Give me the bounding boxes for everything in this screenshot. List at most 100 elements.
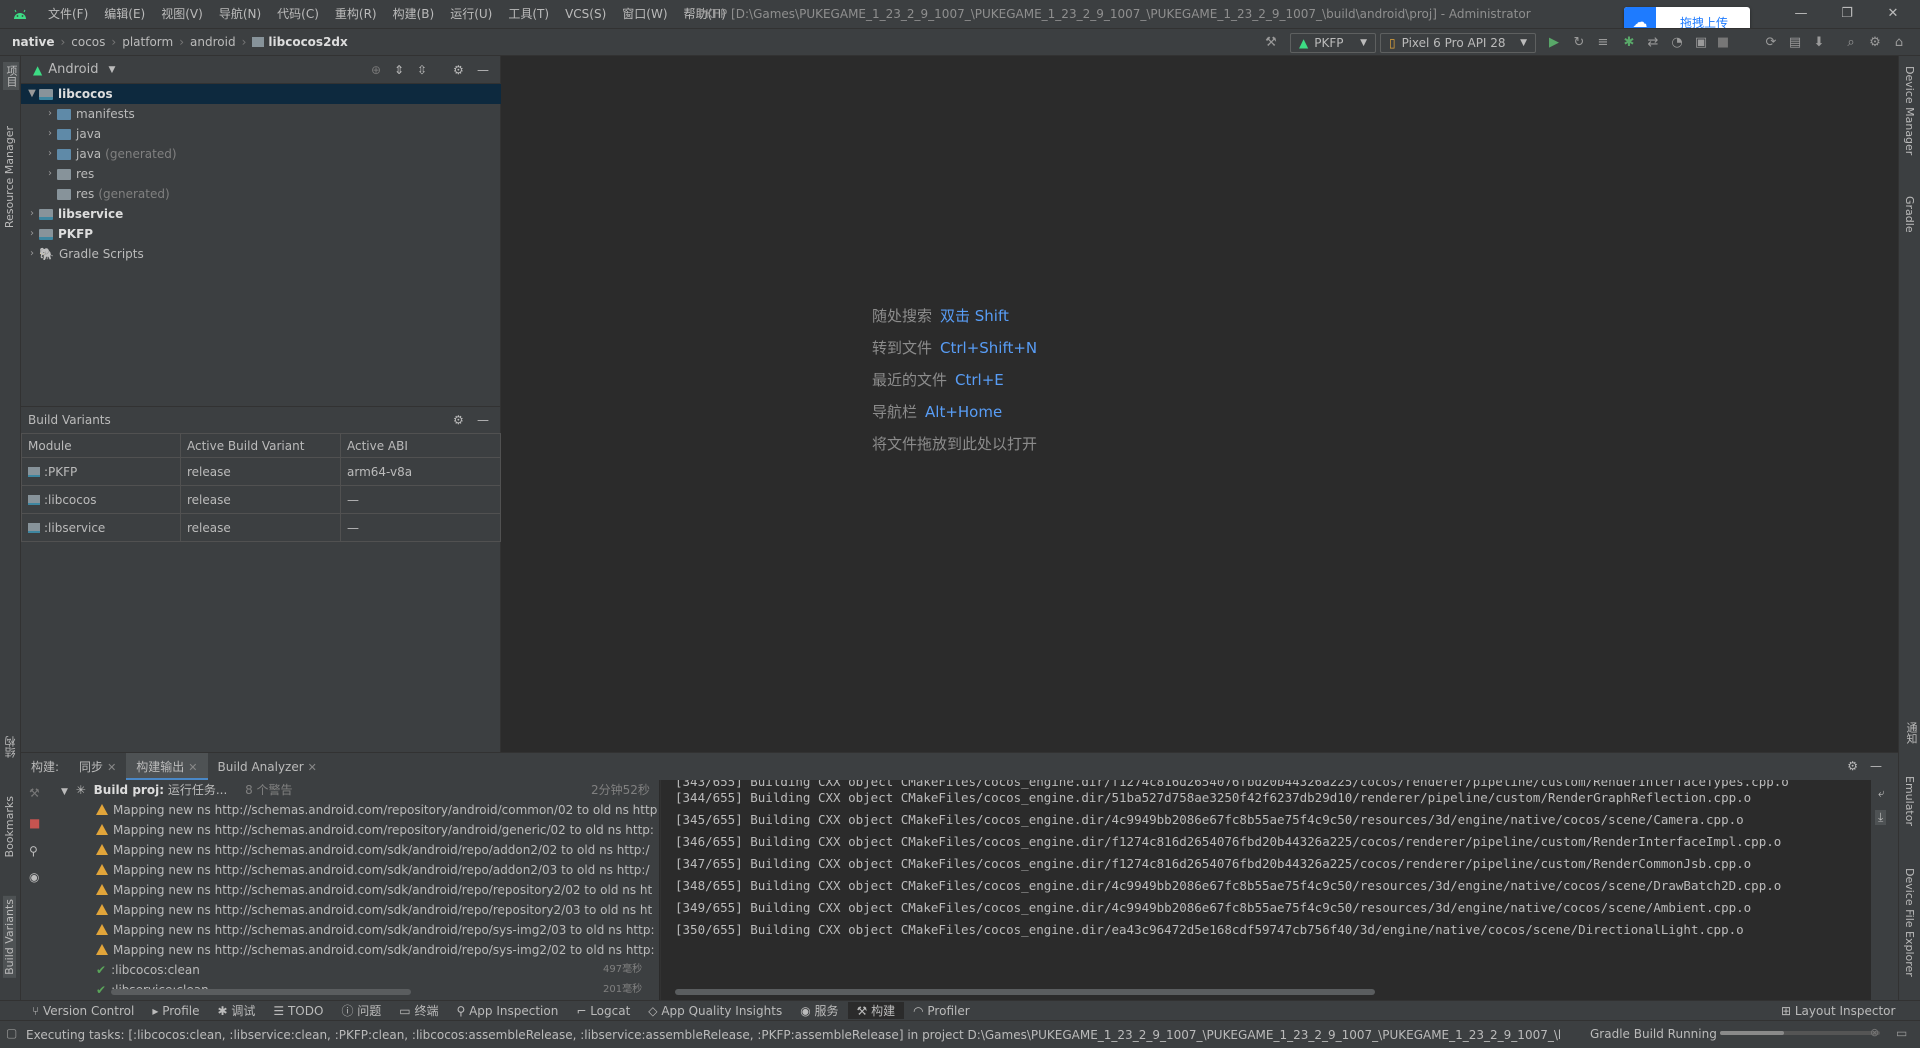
- breadcrumb-item[interactable]: native: [12, 35, 54, 49]
- menu-edit[interactable]: 编辑(E): [96, 0, 153, 28]
- gradle-status[interactable]: Gradle Build Running: [1590, 1021, 1717, 1047]
- column-header[interactable]: Active Build Variant: [180, 433, 341, 458]
- project-view-dropdown[interactable]: Android: [48, 62, 98, 77]
- gear-icon[interactable]: ⚙: [453, 63, 464, 77]
- project-tool-button[interactable]: 项目: [3, 62, 19, 90]
- search-icon[interactable]: ⌕: [1842, 34, 1860, 52]
- warning-row[interactable]: Mapping new ns http://schemas.android.co…: [51, 820, 659, 840]
- chevron-right-icon[interactable]: ›: [25, 244, 39, 264]
- menu-refactor[interactable]: 重构(R): [327, 0, 385, 28]
- warning-row[interactable]: Mapping new ns http://schemas.android.co…: [51, 900, 659, 920]
- warning-row[interactable]: Mapping new ns http://schemas.android.co…: [51, 860, 659, 880]
- emulator-tool-button[interactable]: Emulator: [1903, 776, 1916, 826]
- chevron-right-icon[interactable]: ›: [43, 124, 57, 144]
- debug-icon[interactable]: ✱: [1620, 34, 1638, 52]
- hammer-icon[interactable]: ⚒: [1262, 34, 1280, 52]
- restore-button[interactable]: ❐: [1824, 0, 1870, 28]
- warning-row[interactable]: Mapping new ns http://schemas.android.co…: [51, 880, 659, 900]
- tree-item-gradle-scripts[interactable]: › 🐘 Gradle Scripts: [21, 244, 501, 264]
- bookmarks-tool-button[interactable]: Bookmarks: [3, 796, 16, 857]
- menu-window[interactable]: 窗口(W): [614, 0, 675, 28]
- table-row[interactable]: :PKFP release arm64-v8a: [21, 457, 501, 486]
- hammer-icon[interactable]: ⚒: [29, 786, 40, 800]
- tree-item-res[interactable]: › res: [21, 164, 501, 184]
- tab-build-analyzer[interactable]: Build Analyzer ✕: [208, 753, 327, 781]
- profile-icon[interactable]: ◔: [1668, 34, 1686, 52]
- rerun-icon[interactable]: ↻: [1570, 34, 1588, 52]
- build-console[interactable]: [343/655] Building CXX object CMakeFiles…: [660, 780, 1871, 1000]
- status-toggle-icon[interactable]: ▢: [6, 1026, 17, 1040]
- table-row[interactable]: :libservice release —: [21, 513, 501, 542]
- build-variant-cell[interactable]: release: [180, 485, 341, 514]
- build-variant-cell[interactable]: release: [180, 457, 341, 486]
- tree-item-libcocos[interactable]: ▼ libcocos: [21, 84, 501, 104]
- notifications-tool-button[interactable]: 通知: [1903, 722, 1919, 744]
- close-button[interactable]: ✕: [1870, 0, 1916, 28]
- locate-icon[interactable]: ⊕: [371, 63, 381, 77]
- hide-icon[interactable]: —: [477, 413, 489, 427]
- menu-file[interactable]: 文件(F): [40, 0, 96, 28]
- tree-item-java-generated[interactable]: › java (generated): [21, 144, 501, 164]
- build-root-row[interactable]: ▼ ✳ Build proj: 运行任务... 8 个警告 2分钟52秒: [51, 780, 659, 800]
- collapse-all-icon[interactable]: ⇳: [417, 63, 427, 77]
- column-header[interactable]: Module: [21, 433, 181, 458]
- build-variants-tool-button[interactable]: Build Variants: [3, 896, 16, 978]
- build-variant-cell[interactable]: release: [180, 513, 341, 542]
- tab-sync[interactable]: 同步 ✕: [69, 753, 126, 781]
- tree-item-libservice[interactable]: › libservice: [21, 204, 501, 224]
- pin-icon[interactable]: ⚲: [29, 844, 38, 858]
- notifications-icon[interactable]: ▭: [1896, 1026, 1907, 1040]
- menu-navigate[interactable]: 导航(N): [211, 0, 269, 28]
- app-inspection-button[interactable]: ⚲ App Inspection: [447, 1004, 567, 1018]
- device-manager-icon[interactable]: ▤: [1786, 34, 1804, 52]
- attach-debugger-icon[interactable]: ⇄: [1644, 34, 1662, 52]
- device-file-explorer-tool-button[interactable]: Device File Explorer: [1903, 868, 1916, 977]
- tab-build-output[interactable]: 构建输出 ✕: [126, 752, 208, 781]
- build-button[interactable]: ⚒ 构建: [847, 1002, 905, 1019]
- logcat-button[interactable]: ⌐ Logcat: [567, 1004, 639, 1018]
- close-icon[interactable]: ✕: [188, 761, 197, 774]
- profiler-button[interactable]: ◠ Profiler: [904, 1004, 979, 1018]
- horizontal-scrollbar[interactable]: [675, 989, 1375, 995]
- debug-button[interactable]: ✱ 调试: [209, 1002, 265, 1019]
- chevron-down-icon[interactable]: ▼: [25, 84, 39, 104]
- app-quality-insights-button[interactable]: ◇ App Quality Insights: [639, 1004, 791, 1018]
- menu-build[interactable]: 构建(B): [385, 0, 443, 28]
- tree-item-res-generated[interactable]: res (generated): [21, 184, 501, 204]
- chevron-down-icon[interactable]: ▼: [109, 65, 116, 75]
- stop-icon[interactable]: ■: [29, 816, 40, 830]
- minimize-button[interactable]: —: [1778, 0, 1824, 28]
- stop-icon[interactable]: ■: [1714, 34, 1732, 52]
- device-manager-tool-button[interactable]: Device Manager: [1903, 66, 1916, 155]
- menu-tools[interactable]: 工具(T): [500, 0, 557, 28]
- table-row[interactable]: :libcocos release —: [21, 485, 501, 514]
- gear-icon[interactable]: ⚙: [1866, 34, 1884, 52]
- tree-item-java[interactable]: › java: [21, 124, 501, 144]
- eye-icon[interactable]: ◉: [29, 870, 39, 884]
- apply-changes-icon[interactable]: ≡: [1594, 34, 1612, 52]
- gear-icon[interactable]: ⚙: [453, 413, 464, 427]
- menu-view[interactable]: 视图(V): [153, 0, 211, 28]
- run-config-dropdown[interactable]: ▲ PKFP ▼: [1290, 33, 1376, 53]
- structure-tool-button[interactable]: 结构: [3, 736, 19, 758]
- hide-icon[interactable]: —: [477, 63, 489, 77]
- chevron-right-icon[interactable]: ›: [25, 204, 39, 224]
- menu-code[interactable]: 代码(C): [269, 0, 327, 28]
- terminal-button[interactable]: ▭ 终端: [390, 1002, 447, 1019]
- hide-icon[interactable]: —: [1870, 759, 1882, 773]
- chevron-right-icon[interactable]: ›: [43, 104, 57, 124]
- breadcrumb-item[interactable]: android: [190, 35, 236, 49]
- problems-button[interactable]: ⓘ 问题: [332, 1002, 390, 1019]
- coverage-icon[interactable]: ▣: [1692, 34, 1710, 52]
- horizontal-scrollbar[interactable]: [111, 989, 411, 995]
- breadcrumb-item[interactable]: platform: [122, 35, 173, 49]
- warning-row[interactable]: Mapping new ns http://schemas.android.co…: [51, 920, 659, 940]
- resource-manager-tool-button[interactable]: Resource Manager: [3, 126, 16, 228]
- menu-vcs[interactable]: VCS(S): [557, 0, 614, 28]
- expand-all-icon[interactable]: ⇕: [394, 63, 404, 77]
- tree-item-pkfp[interactable]: › PKFP: [21, 224, 501, 244]
- breadcrumb-item[interactable]: cocos: [71, 35, 105, 49]
- abi-cell[interactable]: —: [340, 485, 501, 514]
- version-control-button[interactable]: ⑂ Version Control: [0, 1004, 143, 1018]
- chevron-right-icon[interactable]: ›: [43, 164, 57, 184]
